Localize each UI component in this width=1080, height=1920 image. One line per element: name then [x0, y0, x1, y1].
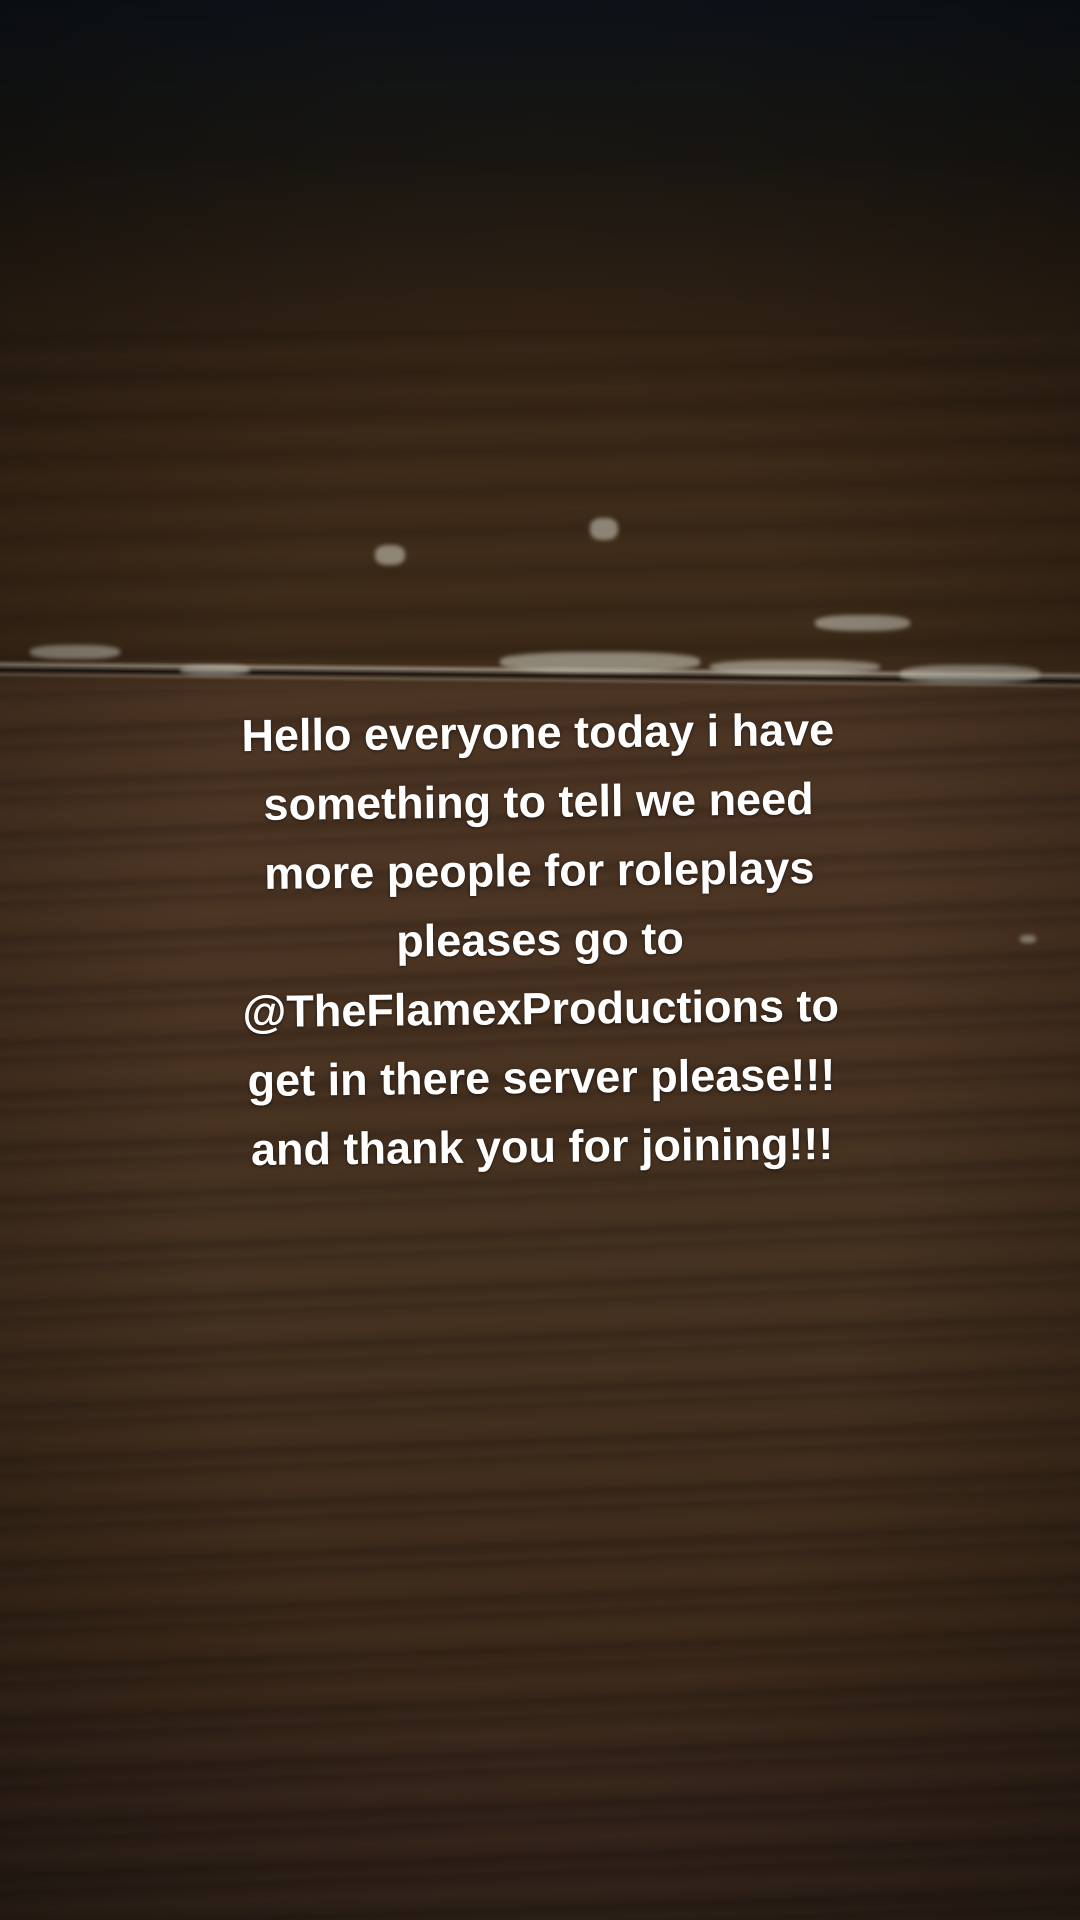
- caption-line: Hello everyone today i have: [241, 703, 835, 762]
- caption-line: more people for roleplays: [263, 842, 815, 899]
- caption-line: something to tell we need: [263, 773, 814, 830]
- video-frame: Hello everyone today i have something to…: [0, 0, 1080, 1920]
- caption-line: @TheFlamexProductions to: [242, 979, 840, 1038]
- caption-line: and thank you for joining!!!: [250, 1117, 834, 1176]
- caption-line: pleases go to: [395, 912, 685, 967]
- caption-overlay: Hello everyone today i have something to…: [137, 694, 942, 1185]
- caption-line: get in there server please!!!: [247, 1048, 836, 1107]
